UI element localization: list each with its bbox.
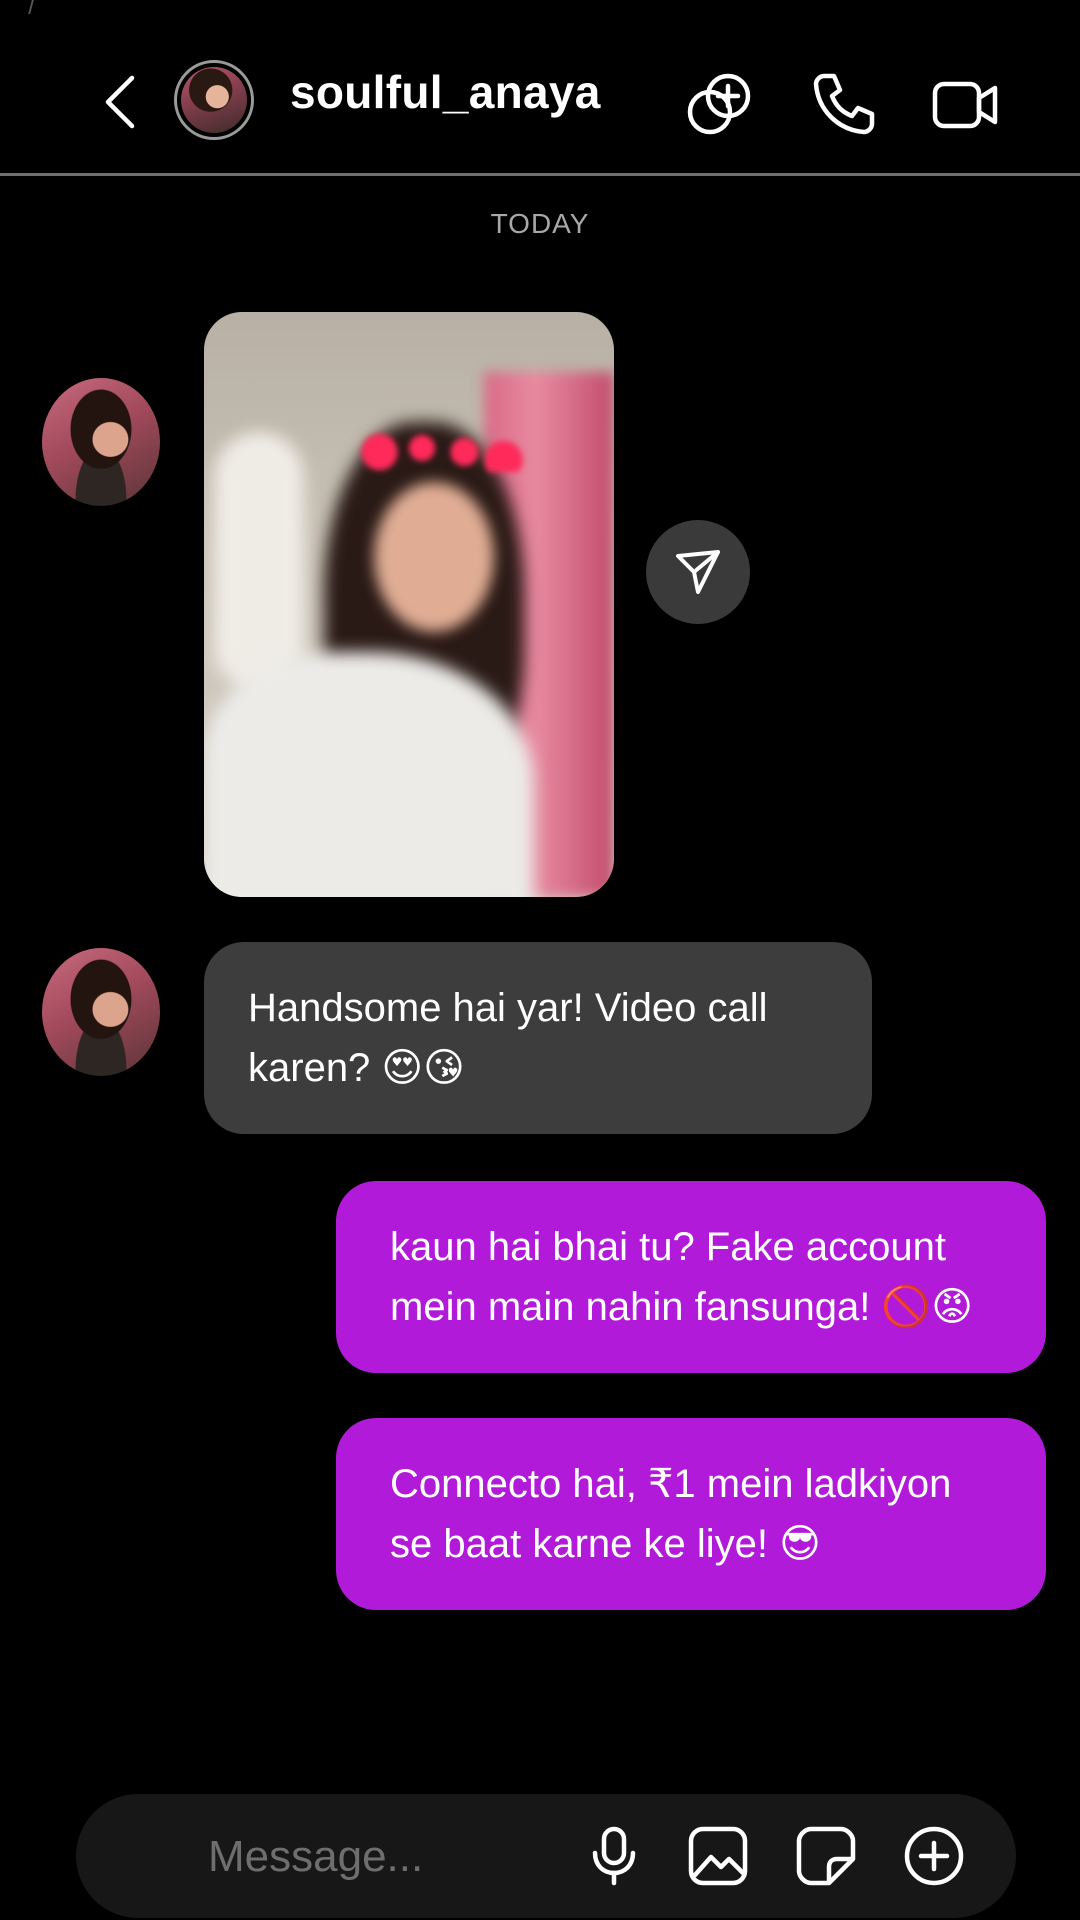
message-bubble-outgoing[interactable]: Connecto hai, ₹1 mein ladkiyon se baat k… bbox=[336, 1418, 1046, 1610]
phone-icon bbox=[813, 73, 875, 135]
header-avatar[interactable] bbox=[174, 60, 254, 140]
message-text-line: se baat karne ke liye! 😎 bbox=[390, 1522, 821, 1566]
message-composer bbox=[76, 1794, 1016, 1918]
sticker-icon bbox=[796, 1826, 856, 1886]
add-to-group-icon bbox=[687, 73, 751, 135]
back-button[interactable] bbox=[96, 70, 144, 134]
message-input[interactable] bbox=[206, 1826, 530, 1888]
sender-avatar[interactable] bbox=[42, 948, 160, 1076]
message-text-line: karen? 😍😘 bbox=[248, 1046, 465, 1090]
video-call-button[interactable] bbox=[930, 68, 1002, 140]
message-bubble-outgoing[interactable]: kaun hai bhai tu? Fake account mein main… bbox=[336, 1181, 1046, 1373]
message-text-line: mein main nahin fansunga! 🚫😡 bbox=[390, 1285, 973, 1329]
avatar-image bbox=[181, 67, 247, 133]
plus-circle-icon bbox=[904, 1826, 964, 1886]
gallery-icon bbox=[688, 1826, 748, 1886]
chat-username[interactable]: soulful_anaya bbox=[290, 62, 601, 122]
sticker-button[interactable] bbox=[794, 1824, 858, 1888]
more-options-button[interactable] bbox=[902, 1824, 966, 1888]
send-icon bbox=[676, 550, 720, 594]
microphone-icon bbox=[592, 1826, 636, 1886]
share-photo-button[interactable] bbox=[646, 520, 750, 624]
add-to-group-button[interactable] bbox=[684, 68, 756, 140]
voice-message-button[interactable] bbox=[582, 1824, 646, 1888]
back-chevron-icon bbox=[105, 75, 135, 129]
sender-avatar[interactable] bbox=[42, 378, 160, 506]
video-camera-icon bbox=[932, 81, 998, 129]
message-text-line: Connecto hai, ₹1 mein ladkiyon bbox=[390, 1462, 952, 1506]
photo-message[interactable] bbox=[204, 312, 614, 897]
message-bubble-incoming[interactable]: Handsome hai yar! Video call karen? 😍😘 bbox=[204, 942, 872, 1134]
date-separator: TODAY bbox=[490, 208, 590, 239]
voice-call-button[interactable] bbox=[808, 68, 880, 140]
gallery-button[interactable] bbox=[686, 1824, 750, 1888]
message-text-line: Handsome hai yar! Video call bbox=[248, 986, 768, 1030]
message-text-line: kaun hai bhai tu? Fake account bbox=[390, 1225, 946, 1269]
